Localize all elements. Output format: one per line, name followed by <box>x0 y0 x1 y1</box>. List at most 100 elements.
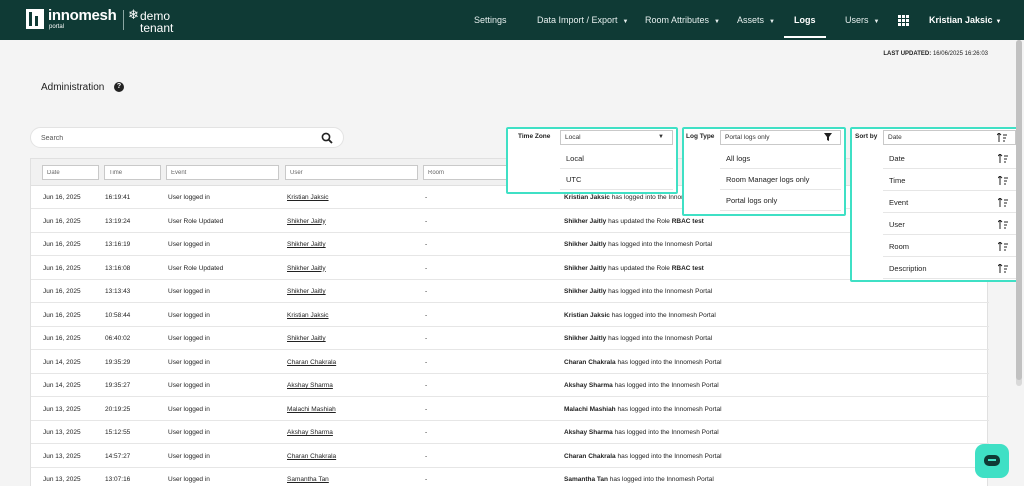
room-cell: - <box>425 194 428 201</box>
search-input[interactable] <box>41 131 301 145</box>
description-text: has logged into the Innomesh Portal <box>612 429 719 436</box>
brand-sub: portal <box>49 24 65 30</box>
nav-assets[interactable]: Assets ▼ <box>737 0 775 40</box>
description-cell: Kristian Jaksic has logged into the Inno… <box>564 304 716 327</box>
nav-data-import-export[interactable]: Data Import / Export ▼ <box>537 0 628 40</box>
page-title: Administration <box>41 82 105 93</box>
description-cell: Charan Chakrala has logged into the Inno… <box>564 351 722 374</box>
user-link[interactable]: Malachi Mashiah <box>287 398 336 421</box>
event-cell: User Role Updated <box>168 264 224 272</box>
user-link[interactable]: Akshay Sharma <box>287 374 333 397</box>
description-text: has logged into the Innomesh Portal <box>607 476 714 483</box>
room-cell: - <box>425 335 428 342</box>
description-cell: Shikher Jaitly has logged into the Innom… <box>564 280 712 303</box>
user-link[interactable]: Shikher Jaitly <box>287 280 326 303</box>
description-text: has logged into the Innomesh Portal <box>615 358 722 366</box>
date-filter-input[interactable] <box>42 165 99 180</box>
date-cell: Jun 13, 2025 <box>43 429 81 436</box>
user-link[interactable]: Shikher Jaitly <box>287 233 326 256</box>
room-cell: - <box>425 382 428 389</box>
log-type-highlight <box>682 127 846 216</box>
time-filter-input[interactable] <box>104 165 161 180</box>
table-row[interactable]: Jun 16, 2025 13:16:19 User logged in Shikhe… <box>31 233 989 256</box>
event-cell: User logged in <box>168 194 210 201</box>
table-row[interactable]: Jun 16, 2025 13:16:08 User Role Updated Shi… <box>31 257 989 280</box>
room-cell: - <box>425 311 428 319</box>
event-cell: User logged in <box>168 311 210 319</box>
user-filter-input[interactable] <box>285 165 418 180</box>
table-row[interactable]: Jun 16, 2025 10:58:44 User logged in Kristi… <box>31 304 989 327</box>
table-row[interactable]: Jun 13, 2025 15:12:55 User logged in Akshay… <box>31 421 989 444</box>
description-user: Charan Chakrala <box>564 358 616 366</box>
description-cell: Shikher Jaitly has logged into the Innom… <box>564 233 712 256</box>
nav-assets-label: Assets <box>737 15 765 25</box>
caret-down-icon: ▼ <box>714 19 720 25</box>
description-user: Shikher Jaitly <box>564 288 607 295</box>
caret-down-icon: ▼ <box>769 19 775 25</box>
caret-down-icon: ▼ <box>873 19 880 25</box>
date-cell: Jun 16, 2025 <box>43 335 81 342</box>
table-row[interactable]: Jun 14, 2025 19:35:29 User logged in Charan… <box>31 351 989 374</box>
date-cell: Jun 16, 2025 <box>43 194 81 201</box>
last-updated-label: LAST UPDATED: <box>883 51 932 57</box>
date-cell: Jun 16, 2025 <box>43 264 81 272</box>
date-cell: Jun 16, 2025 <box>43 311 81 319</box>
scrollbar-thumb[interactable] <box>1016 40 1022 380</box>
description-text: has updated the Role <box>606 264 672 272</box>
help-icon[interactable]: ? <box>114 82 124 92</box>
table-row[interactable]: Jun 16, 2025 06:40:02 User logged in Shikhe… <box>31 327 989 350</box>
room-cell: - <box>425 264 428 272</box>
event-filter-input[interactable] <box>166 165 279 180</box>
innomesh-logo[interactable]: innomesh portal <box>26 7 117 33</box>
brand-name: innomesh <box>48 7 117 24</box>
user-link[interactable]: Shikher Jaitly <box>287 257 326 280</box>
table-row[interactable]: Jun 13, 2025 14:57:27 User logged in Charan… <box>31 445 989 468</box>
user-link[interactable]: Samantha Tan <box>287 468 329 486</box>
user-menu[interactable]: Kristian Jaksic ▼ <box>929 0 1002 40</box>
tenant-logo: ❄ demo tenant <box>128 6 188 36</box>
description-role: RBAC test <box>671 217 704 225</box>
date-cell: Jun 16, 2025 <box>43 217 81 225</box>
description-user: Kristian Jaksic <box>564 194 610 201</box>
user-link[interactable]: Kristian Jaksic <box>287 304 329 327</box>
room-cell: - <box>425 358 428 366</box>
table-row[interactable]: Jun 14, 2025 19:35:27 User logged in Akshay… <box>31 374 989 397</box>
chat-support-button[interactable] <box>975 444 1009 478</box>
nav-settings[interactable]: Settings <box>474 0 507 40</box>
search-icon[interactable] <box>321 132 333 144</box>
time-cell: 19:35:29 <box>105 358 131 366</box>
innomesh-logo-mark-icon <box>26 9 44 29</box>
caret-down-icon: ▼ <box>622 19 629 25</box>
apps-grid-icon[interactable] <box>898 15 909 26</box>
room-cell: - <box>425 241 428 248</box>
description-text: has logged into the Innomesh Portal <box>606 335 713 342</box>
nav-room-attributes[interactable]: Room Attributes ▼ <box>645 0 720 40</box>
table-row[interactable]: Jun 16, 2025 13:13:43 User logged in Shikhe… <box>31 280 989 303</box>
nav-logs[interactable]: Logs <box>784 0 825 40</box>
event-cell: User logged in <box>168 288 210 295</box>
last-updated-value: 16/06/2025 16:26:03 <box>932 51 988 57</box>
user-link[interactable]: Akshay Sharma <box>287 421 333 444</box>
event-cell: User logged in <box>168 429 210 436</box>
user-link[interactable]: Charan Chakrala <box>287 445 336 468</box>
event-cell: User logged in <box>168 382 210 389</box>
nav-settings-label: Settings <box>474 15 507 25</box>
nav-logs-label: Logs <box>794 15 816 25</box>
nav-room-attributes-label: Room Attributes <box>645 15 710 25</box>
user-link[interactable]: Charan Chakrala <box>287 351 336 374</box>
nav-users[interactable]: Users ▼ <box>845 0 879 40</box>
event-cell: User logged in <box>168 452 210 460</box>
table-row[interactable]: Jun 13, 2025 20:19:25 User logged in Malach… <box>31 398 989 421</box>
user-link[interactable]: Shikher Jaitly <box>287 210 326 233</box>
table-row[interactable]: Jun 13, 2025 13:07:16 User logged in Samant… <box>31 468 989 486</box>
time-cell: 15:12:55 <box>105 429 131 436</box>
description-cell: Malachi Mashiah has logged into the Inno… <box>564 398 722 421</box>
page-scrollbar[interactable] <box>1016 40 1022 386</box>
time-cell: 13:13:43 <box>105 288 131 295</box>
description-text: has logged into the Innomesh Portal <box>609 311 716 319</box>
description-user: Shikher Jaitly <box>564 335 607 342</box>
user-link[interactable]: Kristian Jaksic <box>287 186 329 209</box>
tenant-name: demo tenant <box>140 9 174 35</box>
user-link[interactable]: Shikher Jaitly <box>287 327 326 350</box>
description-cell: Shikher Jaitly has updated the Role RBAC… <box>564 257 704 280</box>
